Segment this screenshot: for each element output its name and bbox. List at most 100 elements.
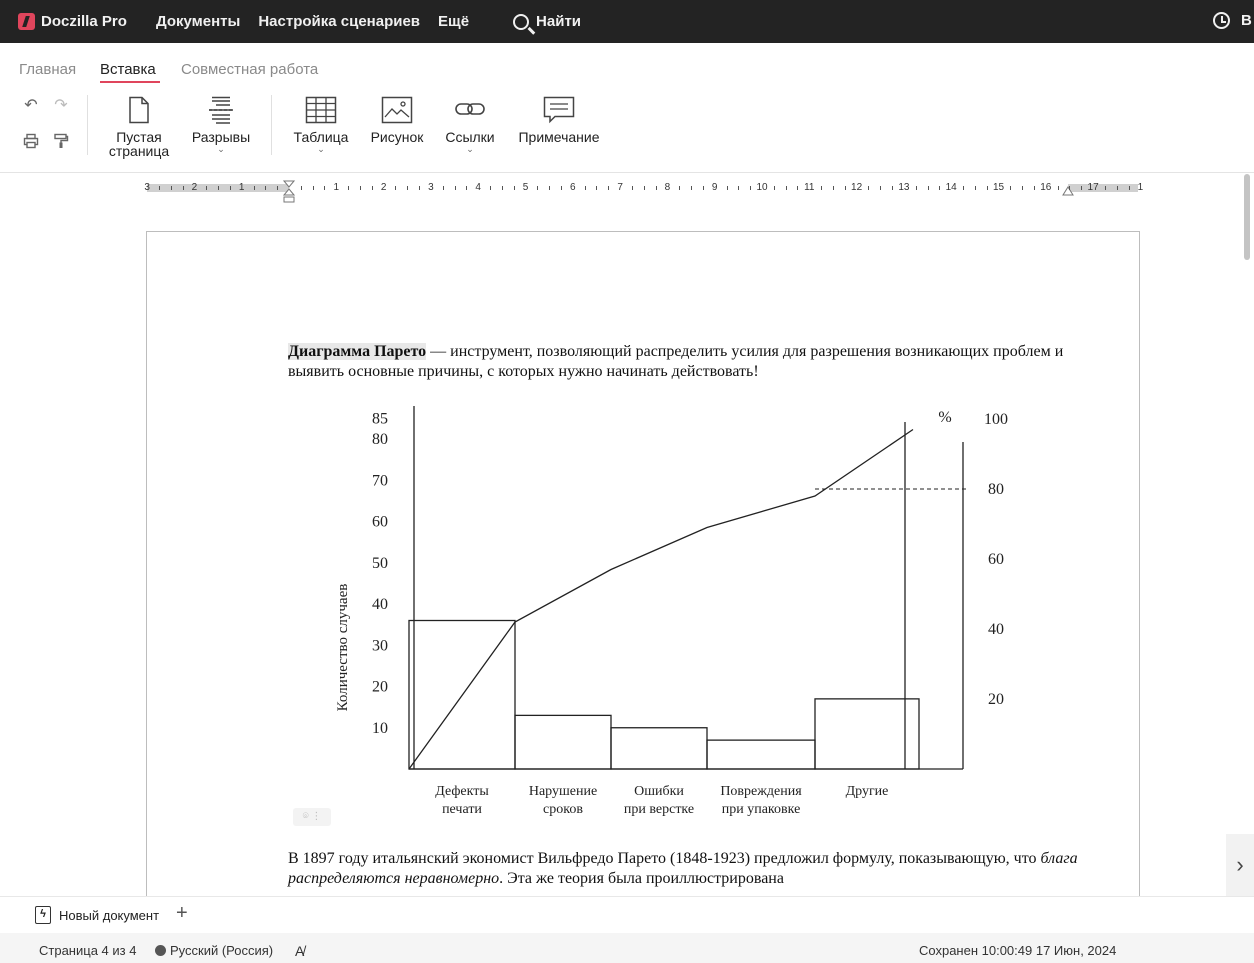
ribbon-toolbar: ↶ ↷ Пустая страница Разрывы ⌄ Таблица ⌄ …	[0, 91, 1254, 173]
history-clock-icon[interactable]	[1213, 12, 1230, 29]
nav-scenario-settings[interactable]: Настройка сценариев	[258, 13, 420, 30]
ruler-tick	[371, 186, 373, 190]
y2-tick-label: 80	[988, 481, 1004, 498]
page-break-icon	[209, 96, 233, 124]
y2-tick-label: 40	[988, 621, 1004, 638]
ruler-tick	[170, 186, 172, 190]
link-icon	[455, 103, 485, 115]
vertical-scrollbar[interactable]	[1244, 174, 1250, 260]
undo-icon[interactable]: ↶	[22, 97, 40, 115]
tab-collaboration[interactable]: Совместная работа	[181, 61, 318, 78]
ruler-number: 13	[898, 182, 910, 193]
pareto-chart-image[interactable]: 10 20 30 40 50 60 70 80 85 20 40 60 80 100% Количество…	[330, 402, 1020, 822]
ruler-tick	[501, 186, 503, 190]
y-tick-label: 70	[372, 472, 388, 489]
horizontal-ruler[interactable]: 3 2 1 1 2 3 4 5 6 7 8 9 10 11 12 13 14 15 16 17 1	[144, 180, 1143, 203]
ruler-tick	[1081, 186, 1083, 190]
x-tick-label: при верстке	[624, 802, 694, 817]
document-tab[interactable]: ϟ Новый документ	[35, 906, 159, 924]
tab-home[interactable]: Главная	[19, 61, 76, 78]
y-tick-label: 10	[372, 720, 388, 737]
search-icon	[513, 13, 530, 30]
breaks-button[interactable]: Разрывы ⌄	[188, 96, 254, 154]
paragraph-pareto-definition[interactable]: Диаграмма Парето — инструмент, позволяющ…	[288, 342, 1078, 382]
right-indent-marker-icon[interactable]	[1062, 186, 1074, 198]
indent-marker-icon[interactable]	[283, 180, 295, 204]
search-label: Найти	[536, 13, 582, 30]
nav-more[interactable]: Ещё	[438, 13, 469, 30]
side-panel-chevron-right-icon[interactable]: ›	[1226, 834, 1254, 896]
blank-page-button[interactable]: Пустая страница	[107, 96, 171, 158]
ruler-tick	[655, 186, 657, 190]
format-painter-icon[interactable]	[52, 133, 70, 151]
image-icon	[381, 96, 413, 124]
y-tick-label: 85	[372, 410, 388, 427]
blank-page-icon	[129, 96, 149, 124]
paragraph-text: . Эта же теория была проиллюстрирована	[499, 870, 784, 887]
picture-label: Рисунок	[370, 129, 424, 145]
top-right-text[interactable]: В	[1241, 12, 1252, 29]
ruler-tick	[702, 186, 704, 190]
ruler-tick	[773, 186, 775, 190]
ruler-tick	[1128, 186, 1130, 190]
ruler-tick	[679, 186, 681, 190]
ruler-tick	[549, 186, 551, 190]
save-status: Сохранен 10:00:49 17 Июн, 2024	[919, 943, 1117, 958]
bar	[514, 714, 612, 770]
y-axis-label: Количество случаев	[335, 584, 351, 712]
print-icon[interactable]	[22, 133, 40, 151]
document-page[interactable]: Диаграмма Парето — инструмент, позволяющ…	[146, 231, 1140, 896]
ruler-tick	[631, 186, 633, 190]
spellcheck-icon[interactable]: A̸	[295, 943, 304, 959]
document-area[interactable]: 3 2 1 1 2 3 4 5 6 7 8 9 10 11 12 13 14 15 16 17 1 › Диаграмм…	[0, 174, 1254, 896]
ruler-tick	[738, 186, 740, 190]
ruler-tick	[454, 186, 456, 190]
table-button[interactable]: Таблица ⌄	[290, 96, 352, 154]
app-logo[interactable]: Doczilla Pro	[18, 13, 138, 30]
paragraph-history[interactable]: В 1897 году итальянский экономист Вильфр…	[288, 849, 1078, 889]
ruler-number: 1	[238, 182, 245, 193]
language-selector[interactable]: Русский (Россия)	[155, 943, 273, 958]
y2-tick-label: 20	[988, 691, 1004, 708]
links-button[interactable]: Ссылки ⌄	[441, 96, 499, 154]
ruler-tick	[1116, 186, 1118, 190]
ruler-tick	[395, 186, 397, 190]
add-document-plus-icon[interactable]: +	[176, 902, 188, 925]
ruler-tick	[596, 186, 598, 190]
ruler-number: 8	[664, 182, 671, 193]
ruler-tick	[490, 186, 492, 190]
ruler-number: 2	[191, 182, 198, 193]
ruler-tick	[868, 186, 870, 190]
ruler-tick	[844, 186, 846, 190]
tab-insert[interactable]: Вставка	[100, 61, 156, 78]
ruler-tick	[974, 186, 976, 190]
links-label: Ссылки	[445, 129, 495, 145]
x-tick-label: печати	[442, 802, 482, 817]
ruler-number: 3	[144, 182, 150, 193]
nav-documents[interactable]: Документы	[156, 13, 240, 30]
redo-icon[interactable]: ↷	[52, 97, 70, 115]
page-counter: Страница 4 из 4	[39, 943, 137, 958]
ruler-tick	[466, 186, 468, 190]
ruler-number: 1	[1137, 182, 1144, 193]
ruler-tick	[584, 186, 586, 190]
ruler-tick	[537, 186, 539, 190]
ruler-tick	[643, 186, 645, 190]
globe-icon	[155, 945, 166, 956]
table-label: Таблица	[293, 129, 349, 145]
x-tick-label: Другие	[846, 784, 889, 799]
ruler-tick	[797, 186, 799, 190]
search-button[interactable]: Найти	[513, 13, 581, 30]
top-bar: Doczilla Pro Документы Настройка сценари…	[0, 0, 1254, 43]
breaks-label: Разрывы	[191, 129, 251, 145]
chevron-down-icon: ⌄	[466, 144, 474, 154]
blank-page-label-2: страница	[108, 143, 170, 159]
comment-button[interactable]: Примечание	[514, 96, 604, 144]
app-name: Doczilla Pro	[41, 13, 127, 30]
ruler-number: 5	[522, 182, 529, 193]
x-tick-label: Дефекты	[435, 784, 489, 799]
image-options-icon[interactable]: ⌾ ⋮	[293, 808, 331, 826]
ruler-number: 10	[756, 182, 768, 193]
table-icon	[305, 96, 337, 124]
picture-button[interactable]: Рисунок	[366, 96, 428, 144]
